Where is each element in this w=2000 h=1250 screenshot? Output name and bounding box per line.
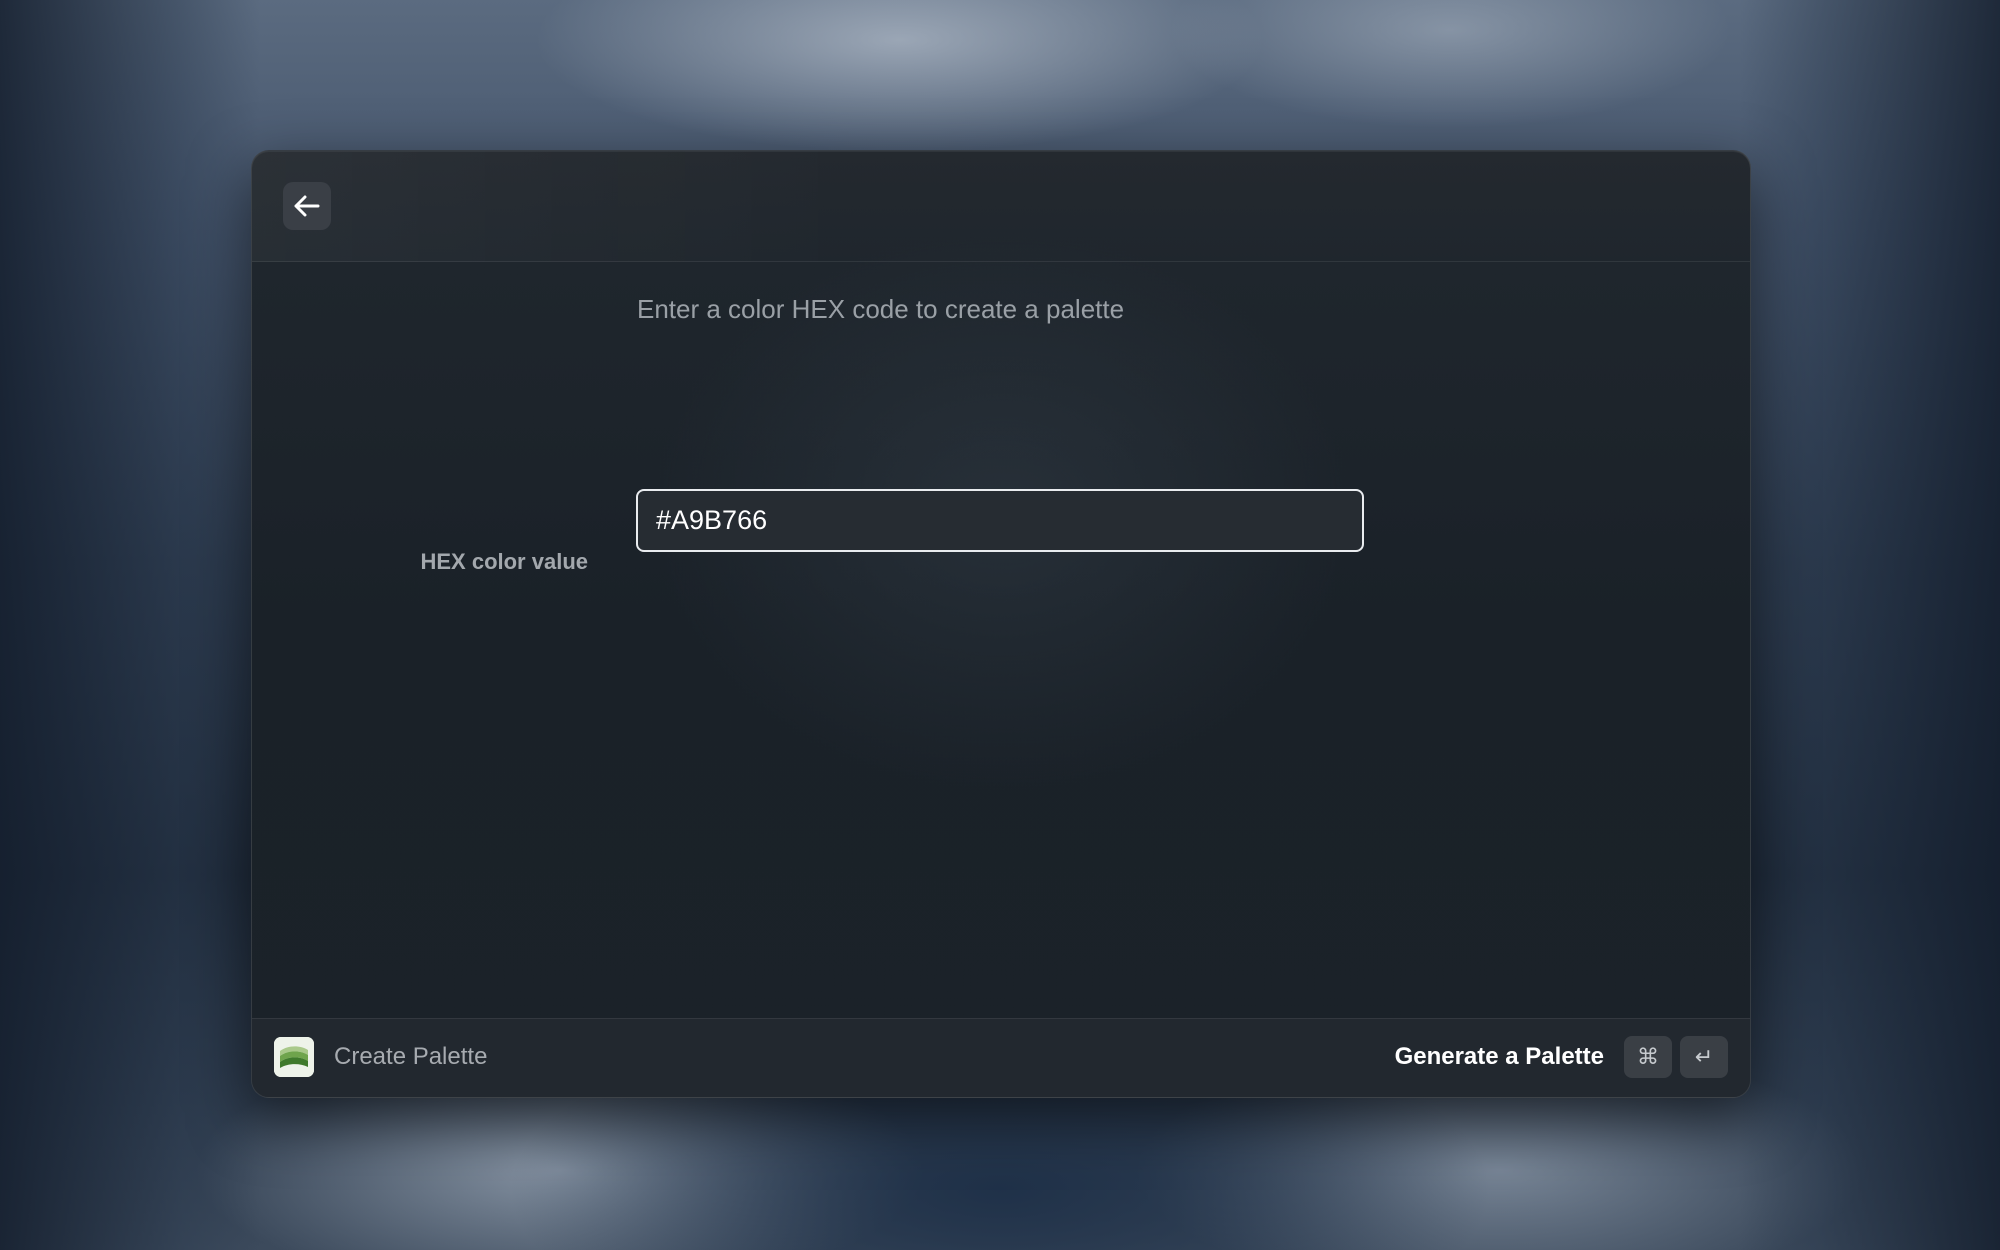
palette-app-icon bbox=[274, 1037, 314, 1077]
enter-key-icon: ↵ bbox=[1680, 1036, 1728, 1078]
app-name: Create Palette bbox=[334, 1043, 488, 1070]
wallpaper-trees-left bbox=[0, 0, 260, 1250]
hex-field-label: HEX color value bbox=[420, 549, 588, 574]
action-bar: Create Palette Generate a Palette ⌘ ↵ bbox=[252, 1018, 1750, 1097]
form-hint: Enter a color HEX code to create a palet… bbox=[637, 294, 1125, 324]
window-topbar bbox=[252, 151, 1750, 262]
wallpaper-trees-right bbox=[1740, 0, 2000, 1250]
generate-palette-button[interactable]: Generate a Palette bbox=[1395, 1043, 1604, 1071]
arrow-left-icon bbox=[294, 195, 320, 217]
hex-color-input[interactable] bbox=[636, 489, 1364, 552]
command-key-icon: ⌘ bbox=[1624, 1036, 1672, 1078]
back-button[interactable] bbox=[283, 182, 331, 230]
palette-window: Enter a color HEX code to create a palet… bbox=[251, 150, 1751, 1098]
